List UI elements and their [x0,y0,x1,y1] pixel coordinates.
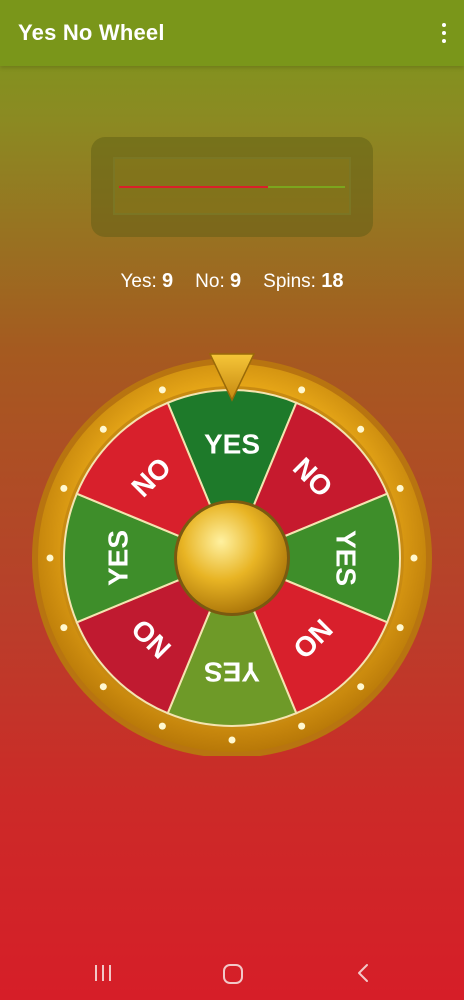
result-display [91,137,373,237]
rim-bulb [46,554,54,562]
spins-stat-count: 18 [321,270,344,292]
rim-bulb [410,554,418,562]
rim-bulb [158,386,166,394]
yes-stat-label: Yes: [120,271,157,292]
spins-stat: Spins: 18 [263,270,343,296]
spin-wheel[interactable]: YESNOYESNOYESNOYESNO [28,348,436,756]
yes-stat: Yes: 9 [120,270,173,296]
stats-row: Yes: 9 No: 9 Spins: 18 [0,270,464,296]
no-stat-count: 9 [230,270,242,292]
wheel-segment-label: YES [204,657,260,688]
rim-bulb [99,683,107,691]
app-title: Yes No Wheel [18,20,165,45]
rim-bulb [357,425,365,433]
rim-bulb [298,722,306,730]
rim-bulb [298,386,306,394]
back-icon[interactable] [354,962,374,984]
more-vert-icon[interactable] [438,20,450,46]
rim-bulb [99,425,107,433]
no-stat: No: 9 [195,270,241,296]
spins-stat-label: Spins: [263,271,316,292]
rim-bulb [357,683,365,691]
rim-bulb [60,484,68,492]
result-display-inner [113,157,351,215]
wheel-segment-label: YES [331,530,362,586]
result-progress-track [119,186,345,188]
home-icon[interactable] [221,962,245,986]
rim-bulb [228,736,236,744]
rim-bulb [396,484,404,492]
rim-bulb [396,624,404,632]
yes-stat-count: 9 [162,270,174,292]
wheel-segment-label: YES [102,530,133,586]
wheel-segment-label: YES [204,428,260,459]
result-progress-fill [119,186,269,188]
rim-bulb [158,722,166,730]
recents-icon[interactable] [92,962,114,984]
rim-bulb [60,624,68,632]
wheel-hub[interactable] [177,503,287,613]
app-bar: Yes No Wheel [0,0,464,66]
system-nav-bar [0,948,464,1000]
no-stat-label: No: [195,271,225,292]
